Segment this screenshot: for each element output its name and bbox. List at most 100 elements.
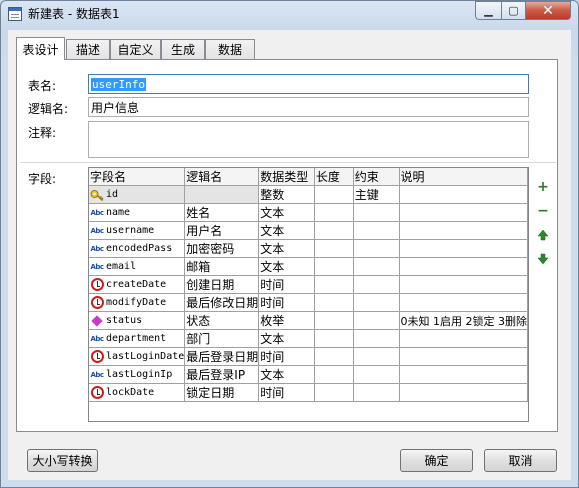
tab-table-design[interactable]: 表设计 — [16, 37, 65, 60]
data-type-cell[interactable]: 整数 — [258, 185, 315, 204]
length-cell[interactable] — [314, 257, 354, 276]
field-name-cell[interactable]: Abc username — [89, 221, 186, 240]
data-type-cell[interactable]: 时间 — [258, 293, 315, 312]
logic-name-cell[interactable]: 创建日期 — [184, 275, 260, 294]
constraint-cell[interactable] — [353, 257, 400, 276]
constraint-cell[interactable] — [353, 203, 400, 222]
description-cell[interactable] — [399, 275, 528, 294]
length-cell[interactable] — [314, 311, 354, 330]
logic-name-cell[interactable]: 姓名 — [184, 203, 260, 222]
length-cell[interactable] — [314, 365, 354, 384]
logic-name-input[interactable]: 用户信息 — [88, 97, 529, 117]
add-field-button[interactable]: + — [535, 179, 551, 195]
table-row[interactable]: status 状态 枚举 0未知 1启用 2锁定 3删除 — [89, 311, 528, 330]
constraint-cell[interactable] — [353, 275, 400, 294]
comment-textarea[interactable] — [88, 121, 529, 158]
col-header-field-name[interactable]: 字段名 — [89, 168, 186, 186]
col-header-constraint[interactable]: 约束 — [353, 168, 400, 186]
logic-name-cell[interactable]: 最后登录IP — [184, 365, 260, 384]
tab-generate[interactable]: 生成 — [161, 39, 205, 59]
col-header-data-type[interactable]: 数据类型 — [258, 168, 315, 186]
description-cell[interactable] — [399, 293, 528, 312]
description-cell[interactable] — [399, 239, 528, 258]
field-name-cell[interactable]: Abc department — [89, 329, 186, 348]
table-row[interactable]: Abc lastLoginIp 最后登录IP 文本 — [89, 365, 528, 384]
description-cell[interactable] — [399, 221, 528, 240]
table-row[interactable]: createDate 创建日期 时间 — [89, 275, 528, 294]
constraint-cell[interactable] — [353, 239, 400, 258]
length-cell[interactable] — [314, 275, 354, 294]
description-cell[interactable]: 0未知 1启用 2锁定 3删除 — [399, 311, 528, 330]
table-row[interactable]: lockDate 锁定日期 时间 — [89, 383, 528, 402]
description-cell[interactable] — [399, 257, 528, 276]
logic-name-cell[interactable]: 部门 — [184, 329, 260, 348]
table-name-input[interactable]: userInfo — [88, 74, 529, 94]
field-name-cell[interactable]: id — [89, 185, 186, 204]
constraint-cell[interactable] — [353, 347, 400, 366]
logic-name-cell[interactable] — [184, 185, 260, 204]
field-name-cell[interactable]: lockDate — [89, 383, 186, 402]
table-row[interactable]: modifyDate 最后修改日期 时间 — [89, 293, 528, 312]
length-cell[interactable] — [314, 221, 354, 240]
data-type-cell[interactable]: 文本 — [258, 203, 315, 222]
table-row[interactable]: Abc encodedPass 加密密码 文本 — [89, 239, 528, 258]
data-type-cell[interactable]: 时间 — [258, 383, 315, 402]
field-name-cell[interactable]: lastLoginDate — [89, 347, 186, 366]
tab-custom[interactable]: 自定义 — [110, 39, 161, 59]
move-down-button[interactable] — [535, 251, 551, 267]
description-cell[interactable] — [399, 185, 528, 204]
field-name-cell[interactable]: Abc lastLoginIp — [89, 365, 186, 384]
constraint-cell[interactable] — [353, 293, 400, 312]
tab-data[interactable]: 数据 — [205, 39, 255, 59]
length-cell[interactable] — [314, 203, 354, 222]
logic-name-cell[interactable]: 加密密码 — [184, 239, 260, 258]
description-cell[interactable] — [399, 203, 528, 222]
constraint-cell[interactable] — [353, 365, 400, 384]
field-name-cell[interactable]: Abc name — [89, 203, 186, 222]
logic-name-cell[interactable]: 最后修改日期 — [184, 293, 260, 312]
field-name-cell[interactable]: Abc email — [89, 257, 186, 276]
table-row[interactable]: Abc email 邮箱 文本 — [89, 257, 528, 276]
length-cell[interactable] — [314, 347, 354, 366]
case-convert-button[interactable]: 大小写转换 — [27, 449, 98, 472]
tab-description[interactable]: 描述 — [66, 39, 110, 59]
length-cell[interactable] — [314, 329, 354, 348]
table-row[interactable]: Abc department 部门 文本 — [89, 329, 528, 348]
data-type-cell[interactable]: 时间 — [258, 275, 315, 294]
maximize-button[interactable]: ▢ — [501, 1, 526, 20]
logic-name-cell[interactable]: 状态 — [184, 311, 260, 330]
field-name-cell[interactable]: createDate — [89, 275, 186, 294]
minimize-button[interactable]: ▁ — [475, 1, 502, 20]
constraint-cell[interactable] — [353, 311, 400, 330]
close-button[interactable]: ✕ — [525, 1, 571, 20]
col-header-logic-name[interactable]: 逻辑名 — [184, 168, 260, 186]
data-type-cell[interactable]: 文本 — [258, 365, 315, 384]
data-type-cell[interactable]: 文本 — [258, 221, 315, 240]
constraint-cell[interactable]: 主键 — [353, 185, 400, 204]
col-header-description[interactable]: 说明 — [399, 168, 528, 186]
description-cell[interactable] — [399, 329, 528, 348]
description-cell[interactable] — [399, 347, 528, 366]
fields-grid[interactable]: 字段名 逻辑名 数据类型 长度 约束 说明 id 整数 主键 Abc name 姓名 文本 A… — [88, 167, 529, 422]
move-up-button[interactable] — [535, 227, 551, 243]
field-name-cell[interactable]: modifyDate — [89, 293, 186, 312]
logic-name-cell[interactable]: 最后登录日期 — [184, 347, 260, 366]
data-type-cell[interactable]: 文本 — [258, 329, 315, 348]
table-row[interactable]: Abc username 用户名 文本 — [89, 221, 528, 240]
field-name-cell[interactable]: status — [89, 311, 186, 330]
ok-button[interactable]: 确定 — [400, 449, 473, 472]
logic-name-cell[interactable]: 锁定日期 — [184, 383, 260, 402]
constraint-cell[interactable] — [353, 383, 400, 402]
data-type-cell[interactable]: 枚举 — [258, 311, 315, 330]
description-cell[interactable] — [399, 365, 528, 384]
col-header-length[interactable]: 长度 — [314, 168, 354, 186]
constraint-cell[interactable] — [353, 221, 400, 240]
length-cell[interactable] — [314, 239, 354, 258]
constraint-cell[interactable] — [353, 329, 400, 348]
length-cell[interactable] — [314, 293, 354, 312]
description-cell[interactable] — [399, 383, 528, 402]
remove-field-button[interactable]: − — [535, 203, 551, 219]
data-type-cell[interactable]: 文本 — [258, 257, 315, 276]
length-cell[interactable] — [314, 383, 354, 402]
table-row[interactable]: id 整数 主键 — [89, 185, 528, 204]
